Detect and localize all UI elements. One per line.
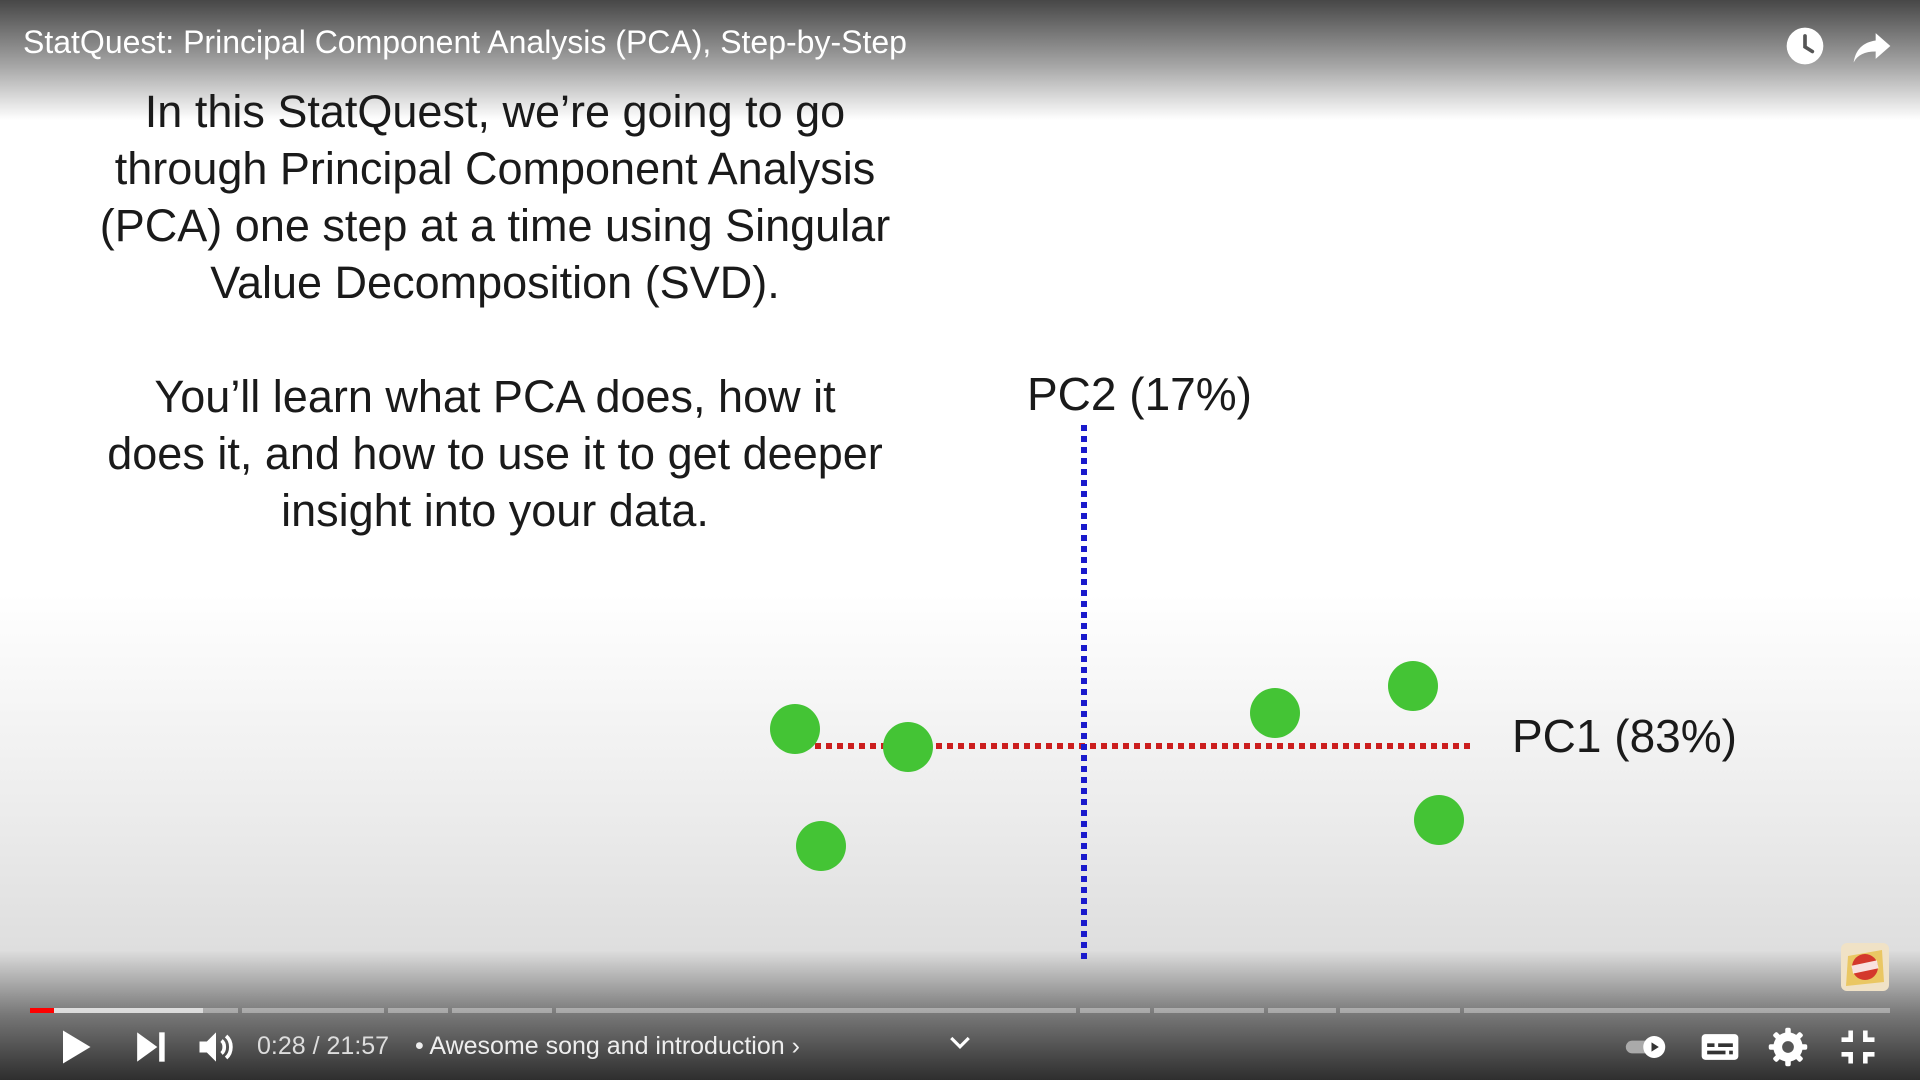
progress-buffered	[30, 1008, 203, 1013]
chapter-segment[interactable]	[1080, 1008, 1150, 1013]
time-display: 0:28 / 21:57	[257, 1032, 389, 1061]
channel-watermark-logo[interactable]	[1840, 942, 1890, 992]
chapter-segment[interactable]	[1268, 1008, 1336, 1013]
share-icon[interactable]	[1850, 24, 1894, 68]
chapter-arrow: ›	[791, 1032, 800, 1060]
chapter-segment[interactable]	[388, 1008, 448, 1013]
chapter-segment[interactable]	[30, 1008, 238, 1013]
progress-played	[30, 1008, 54, 1013]
pc2-axis-label: PC2 (17%)	[1027, 368, 1252, 420]
video-player[interactable]: In this StatQuest, we’re going to go thr…	[0, 0, 1920, 1080]
settings-icon[interactable]	[1766, 1025, 1810, 1069]
volume-icon[interactable]	[194, 1025, 238, 1069]
pca-plot: PC2 (17%) PC1 (83%)	[770, 368, 1737, 960]
time-separator: /	[305, 1032, 327, 1060]
data-point	[1250, 688, 1300, 738]
duration: 21:57	[326, 1032, 390, 1060]
data-point	[770, 704, 820, 754]
autoplay-toggle-icon[interactable]	[1624, 1025, 1668, 1069]
exit-fullscreen-icon[interactable]	[1836, 1025, 1880, 1069]
subtitles-icon[interactable]	[1698, 1025, 1742, 1069]
data-point	[1414, 795, 1464, 845]
chapter-segment[interactable]	[1464, 1008, 1890, 1013]
chapter-segment[interactable]	[242, 1008, 384, 1013]
play-icon[interactable]	[52, 1025, 96, 1069]
next-icon[interactable]	[128, 1025, 172, 1069]
data-point	[796, 821, 846, 871]
data-point	[883, 722, 933, 772]
progress-bar[interactable]	[30, 1008, 1890, 1013]
pc1-axis-label: PC1 (83%)	[1512, 710, 1737, 762]
data-point	[1388, 661, 1438, 711]
chapter-segment[interactable]	[1340, 1008, 1460, 1013]
video-title[interactable]: StatQuest: Principal Component Analysis …	[23, 24, 907, 61]
watch-later-icon[interactable]	[1783, 24, 1827, 68]
chapter-segment[interactable]	[1154, 1008, 1264, 1013]
chapter-bullet: •	[415, 1032, 424, 1060]
chevron-down-icon[interactable]	[945, 1028, 975, 1058]
data-points	[770, 661, 1464, 871]
chapter-title: Awesome song and introduction	[429, 1032, 785, 1060]
current-time: 0:28	[257, 1032, 306, 1060]
chapter-segment[interactable]	[452, 1008, 552, 1013]
chapter-title-button[interactable]: • Awesome song and introduction ›	[415, 1032, 800, 1061]
chapter-segment[interactable]	[556, 1008, 1076, 1013]
